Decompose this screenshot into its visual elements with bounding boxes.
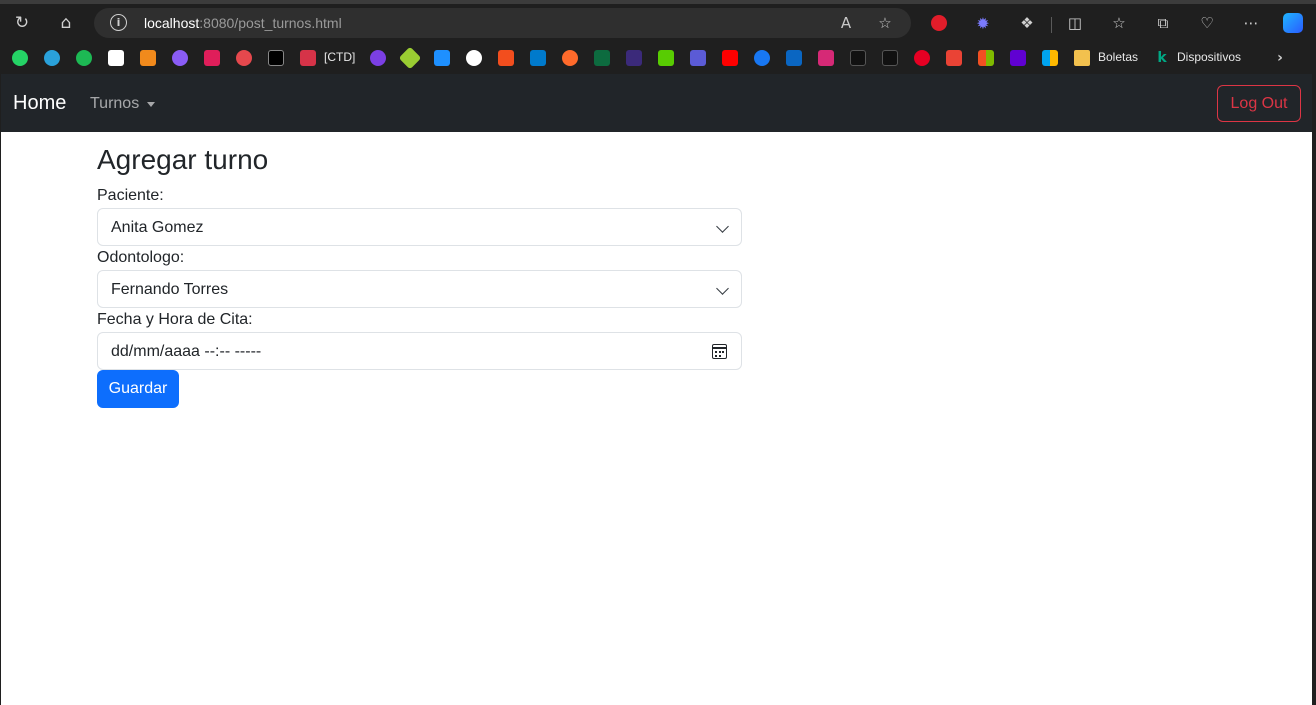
paciente-selected-value: Anita Gomez [111, 219, 204, 236]
s-logo-icon[interactable] [690, 50, 706, 66]
favorite-star-icon[interactable]: ☆ [873, 11, 897, 35]
logout-button[interactable]: Log Out [1217, 85, 1301, 122]
chevron-down-icon [716, 220, 729, 233]
paciente-label: Paciente: [97, 187, 164, 204]
microsoft-icon[interactable] [978, 50, 994, 66]
chatgpt-icon[interactable] [108, 50, 124, 66]
page-viewport: Home Turnos Log Out Agregar turno Pacien… [1, 74, 1312, 705]
chevron-down-icon [716, 282, 729, 295]
navbar: Home Turnos Log Out [1, 74, 1312, 132]
refresh-icon[interactable]: ↻ [8, 9, 36, 37]
slack-icon[interactable] [204, 50, 220, 66]
microsoft-365-icon[interactable] [1042, 50, 1058, 66]
figma-icon[interactable] [498, 50, 514, 66]
yahoo-mail-icon[interactable] [1010, 50, 1026, 66]
copilot-icon[interactable] [1281, 11, 1305, 35]
fecha-datetime-input[interactable]: dd/mm/aaaa --:-- ----- [97, 332, 742, 370]
url-host: localhost [144, 15, 200, 31]
favorites-icon[interactable]: ☆ [1107, 11, 1131, 35]
speed-icon[interactable] [236, 50, 252, 66]
extension-icon[interactable]: ✹ [971, 11, 995, 35]
navbar-brand[interactable]: Home [13, 92, 66, 115]
paciente-select[interactable]: Anita Gomez [97, 208, 742, 246]
guardar-button[interactable]: Guardar [97, 370, 179, 408]
turnos-dropdown[interactable]: Turnos [90, 95, 156, 113]
dev-icon[interactable] [268, 50, 284, 66]
youtube-icon[interactable] [722, 50, 738, 66]
postman-icon[interactable] [562, 50, 578, 66]
facebook-icon[interactable] [754, 50, 770, 66]
browser-toolbar: ↻ ⌂ i localhost:8080/post_turnos.html A … [0, 4, 1316, 42]
fecha-label: Fecha y Hora de Cita: [97, 311, 253, 328]
sparkle-icon[interactable] [172, 50, 188, 66]
chevron-right-icon[interactable]: › [1272, 50, 1288, 66]
address-bar[interactable]: i localhost:8080/post_turnos.html A ☆ [94, 8, 911, 38]
url-text[interactable]: localhost:8080/post_turnos.html [144, 15, 342, 31]
puzzle-icon[interactable]: ❖ [1015, 11, 1039, 35]
shield-icon[interactable] [370, 50, 386, 66]
health-icon[interactable]: ♡ [1195, 11, 1219, 35]
home-icon[interactable]: ⌂ [52, 9, 80, 37]
folder-icon[interactable] [1074, 50, 1090, 66]
fecha-placeholder: dd/mm/aaaa --:-- ----- [111, 343, 262, 360]
spotify-icon[interactable] [76, 50, 92, 66]
toolbar-divider [1051, 17, 1052, 33]
caret-down-icon [147, 101, 156, 107]
page-title: Agregar turno [97, 144, 269, 175]
odontologo-select[interactable]: Fernando Torres [97, 270, 742, 308]
more-icon[interactable]: ⋯ [1239, 11, 1263, 35]
x-twitter-icon[interactable] [882, 50, 898, 66]
eye-icon[interactable] [594, 50, 610, 66]
window-right-border [1312, 74, 1316, 705]
tiktok-icon[interactable] [850, 50, 866, 66]
pinterest-icon[interactable] [914, 50, 930, 66]
turnos-dropdown-label: Turnos [90, 95, 140, 112]
instagram-icon[interactable] [818, 50, 834, 66]
github-icon[interactable] [466, 50, 482, 66]
info-icon[interactable]: i [110, 14, 127, 31]
boletas-bookmark-label[interactable]: Boletas [1098, 50, 1138, 64]
odontologo-label: Odontologo: [97, 249, 185, 266]
diamond-icon[interactable] [398, 46, 422, 70]
k-logo-icon[interactable]: k [1154, 50, 1170, 66]
whatsapp-icon[interactable] [12, 50, 28, 66]
browser-window: ↻ ⌂ i localhost:8080/post_turnos.html A … [0, 0, 1316, 705]
collections-icon[interactable]: ⧉ [1151, 11, 1175, 35]
calendar-icon[interactable] [712, 344, 727, 359]
adblock-icon[interactable] [927, 11, 951, 35]
ctd-icon[interactable] [300, 50, 316, 66]
square-icon[interactable] [434, 50, 450, 66]
duolingo-icon[interactable] [658, 50, 674, 66]
dispositivos-bookmark-label[interactable]: Dispositivos [1177, 50, 1241, 64]
ctd-bookmark-label[interactable]: [CTD] [324, 50, 355, 64]
r-logo-icon[interactable] [626, 50, 642, 66]
gmail-icon[interactable] [946, 50, 962, 66]
vscode-icon[interactable] [530, 50, 546, 66]
telegram-icon[interactable] [44, 50, 60, 66]
odontologo-selected-value: Fernando Torres [111, 281, 229, 298]
url-path: :8080/post_turnos.html [199, 15, 342, 31]
bookmarks-bar: [CTD] Boletas k Dispositivos › [0, 42, 1316, 74]
split-screen-icon[interactable]: ◫ [1063, 11, 1087, 35]
linkedin-icon[interactable] [786, 50, 802, 66]
m-logo-icon[interactable] [140, 50, 156, 66]
read-aloud-icon[interactable]: A [834, 11, 858, 35]
